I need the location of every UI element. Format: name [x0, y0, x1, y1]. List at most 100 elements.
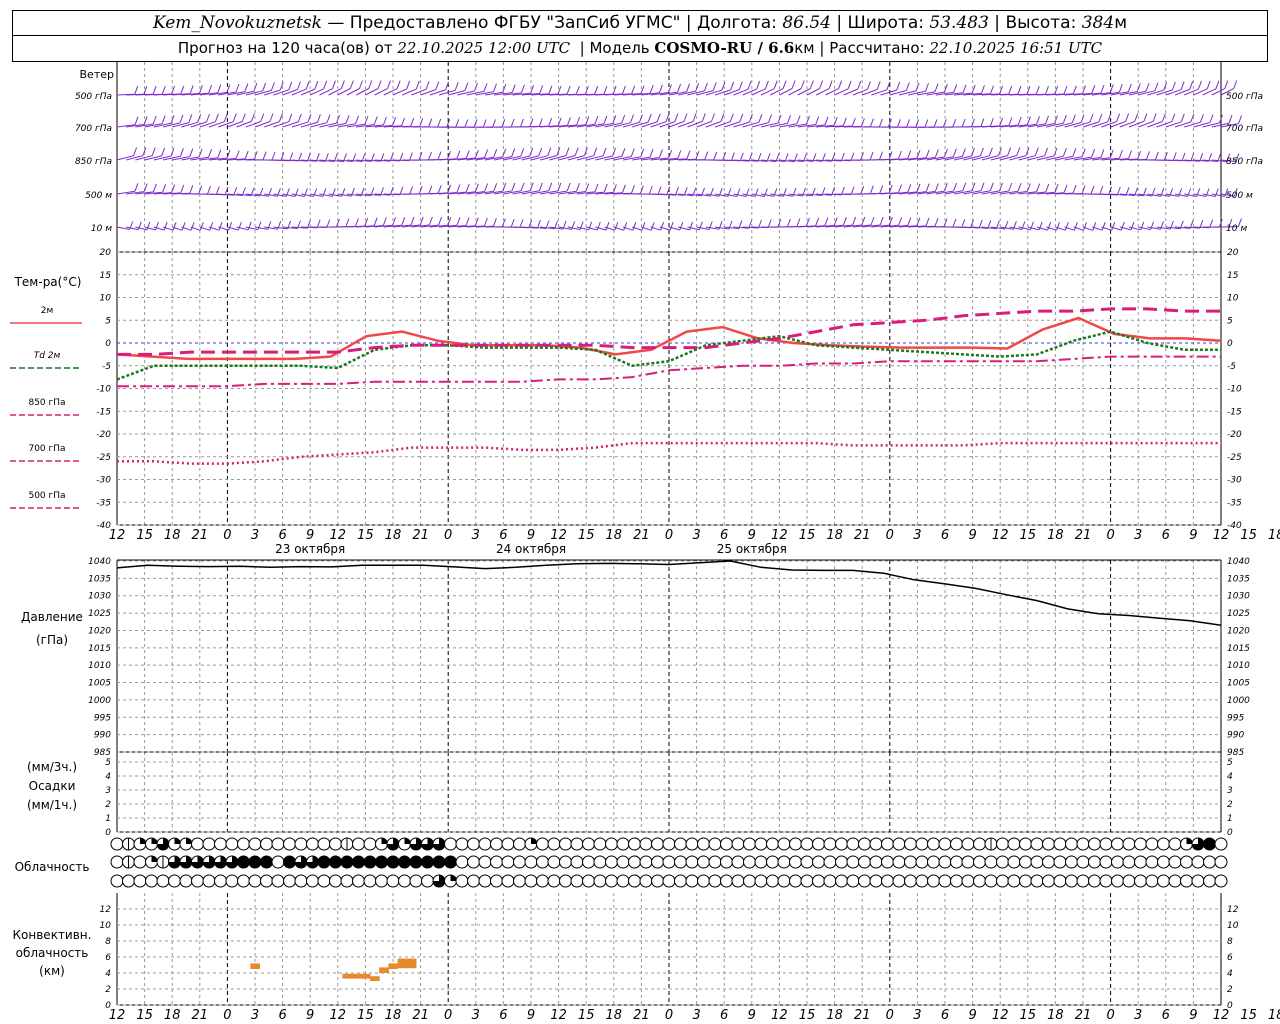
wind-barb-feather [1116, 113, 1121, 122]
cloud-cover-circle [582, 855, 595, 869]
wind-barb [963, 155, 981, 161]
conv-tick-right: 8 [1227, 937, 1233, 947]
cloud-cover-circle [145, 874, 158, 888]
wind-barb-feather [1100, 149, 1105, 158]
wind-barb-feather [428, 118, 433, 127]
wind-barb-feather [906, 119, 910, 128]
cloud-cover-mark [410, 856, 422, 868]
cloud-cover-circle [1157, 874, 1170, 888]
cloud-cover-circle [720, 874, 733, 888]
wind-barb-feather [382, 217, 387, 226]
cloud-cover-circle [329, 874, 342, 888]
conv-cloud-bar [250, 963, 261, 969]
cloud-cover-circle [582, 874, 595, 888]
wind-barb-feather [649, 149, 654, 158]
wind-barb-feather [712, 82, 717, 91]
pressure-panel: 1040 1040 1035 1035 1030 1030 1025 1025 1020 1020… [88, 557, 1250, 758]
time-tick-label-bottom: 3 [251, 1008, 259, 1023]
wind-barb-feather [630, 114, 634, 123]
wind-barb-feather [179, 114, 184, 124]
cloudiness-panel [110, 837, 1228, 888]
wind-barb-feather [297, 81, 301, 90]
time-tick-label-bottom: 0 [1106, 1008, 1114, 1023]
cloud-cover-circle [904, 874, 917, 888]
cloud-cover-circle [996, 837, 1009, 851]
cloud-cover-circle [754, 855, 768, 869]
time-tick-label: 12 [771, 528, 788, 543]
wind-barb-feather [1047, 221, 1052, 231]
wind-barb-feather [1073, 222, 1078, 231]
cloud-cover-circle [651, 837, 664, 851]
wind-barb [972, 155, 990, 161]
wind-barb-feather [454, 82, 459, 91]
wind-barb-feather [437, 185, 442, 194]
wind-barb-feather [406, 80, 411, 90]
precip-tick-right: 3 [1227, 786, 1233, 796]
cloud-cover-circle [501, 837, 515, 851]
wind-barb-feather [1062, 148, 1067, 157]
time-tick-label-bottom: 18 [385, 1008, 402, 1023]
wind-barb [1082, 121, 1099, 128]
time-tick-label-bottom: 18 [826, 1008, 843, 1023]
precip-tick-left: 5 [105, 758, 111, 768]
cloud-cover-circle [823, 855, 837, 869]
time-tick-label: 12 [992, 528, 1009, 543]
cloud-cover-circle [271, 837, 285, 851]
wind-barb-feather [1036, 116, 1040, 125]
wind-barb-feather [621, 114, 626, 124]
wind-barb-feather [1125, 187, 1130, 196]
precip-tick-right: 2 [1227, 800, 1233, 810]
wind-barb-feather [952, 148, 957, 157]
time-tick-label: 21 [633, 528, 650, 543]
pressure-tick-left: 1030 [88, 592, 111, 602]
cloud-cover-circle [225, 874, 239, 888]
time-tick-label: 15 [1020, 528, 1037, 543]
wind-barb-feather [288, 113, 293, 122]
wind-barb-feather [711, 113, 715, 122]
wind-barb-feather [656, 113, 661, 123]
cloud-cover-circle [294, 874, 308, 888]
wind-barb-feather [1172, 152, 1177, 161]
time-tick-label: 18 [826, 528, 843, 543]
wind-barb-feather [669, 221, 674, 231]
wind-barb-feather [278, 113, 283, 122]
cloud-cover-circle [421, 874, 434, 888]
wind-barb-feather [961, 148, 966, 157]
wind-barb-feather [396, 80, 401, 89]
cloud-cover-circle [478, 837, 492, 851]
wind-barb-feather [847, 80, 852, 89]
wind-barb-feather [538, 182, 543, 191]
time-tick-label-bottom: 18 [1047, 1008, 1064, 1023]
wind-barb [641, 121, 658, 128]
wind-barb [705, 89, 723, 96]
wind-barb-feather [603, 86, 608, 95]
cloud-cover-circle [1111, 837, 1124, 851]
precip-tick-left: 2 [105, 800, 111, 810]
precip-tick-right: 1 [1227, 814, 1233, 824]
time-tick-label: 12 [550, 528, 567, 543]
wind-barb-feather [1208, 153, 1213, 162]
cloud-cover-circle [559, 855, 572, 869]
wind-barb [1018, 155, 1036, 161]
wind-barb-feather [355, 115, 359, 124]
wind-barb-feather [647, 113, 652, 123]
time-tick-label-bottom: 15 [136, 1008, 153, 1023]
cloud-cover-circle [1076, 855, 1090, 869]
wind-barb-feather [456, 217, 461, 226]
wind-barb-feather [1238, 115, 1242, 124]
cloud-cover-circle [1019, 837, 1032, 851]
time-tick-label-bottom: 9 [527, 1008, 535, 1023]
time-tick-label: 0 [886, 528, 894, 543]
cloud-cover-circle [317, 837, 331, 851]
temp-tick-right: -10 [1227, 385, 1242, 395]
wind-barb-feather [934, 218, 939, 227]
pressure-tick-left: 1020 [88, 626, 111, 636]
cloud-cover-circle [858, 837, 871, 851]
pressure-tick-right: 995 [1227, 713, 1244, 723]
cloud-cover-circle [927, 837, 940, 851]
pressure-tick-left: 990 [94, 731, 111, 741]
wind-barb-feather [605, 221, 610, 231]
wind-barb-feather [787, 115, 791, 124]
wind-barb-feather [915, 82, 920, 92]
cloud-cover-circle [1191, 855, 1205, 869]
